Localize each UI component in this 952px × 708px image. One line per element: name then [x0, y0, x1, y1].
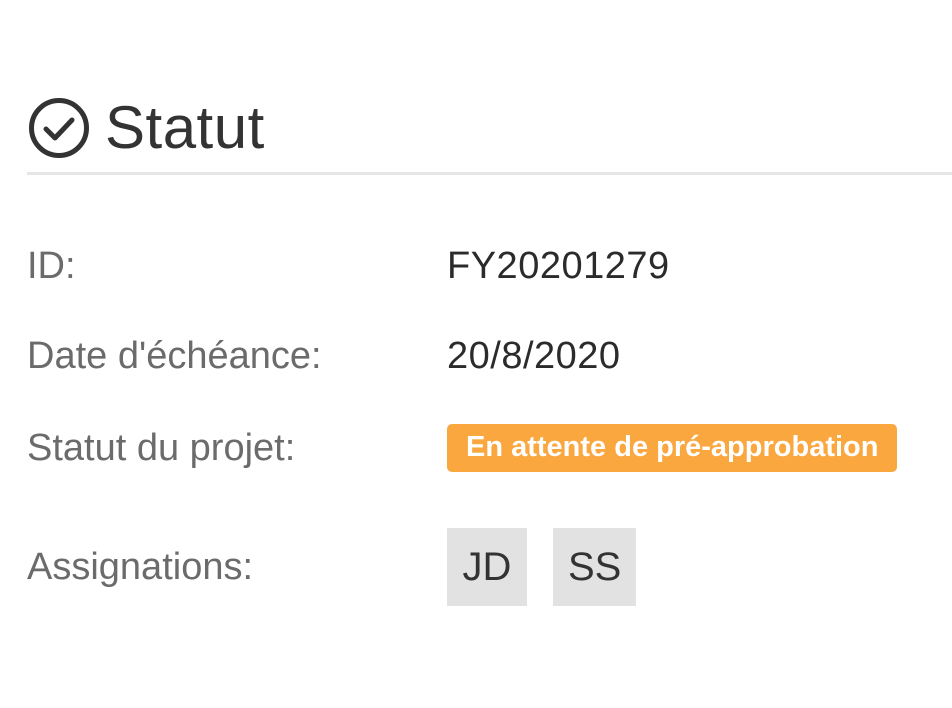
field-row-assignments: Assignations: JD SS	[27, 528, 952, 606]
assignee-avatar[interactable]: JD	[447, 528, 527, 606]
section-title: Statut	[105, 94, 265, 161]
assignments-label: Assignations:	[27, 545, 254, 588]
field-row-due-date: Date d'échéance: 20/8/2020	[27, 335, 952, 378]
project-status-label: Statut du projet:	[27, 426, 296, 469]
id-value: FY20201279	[447, 245, 670, 287]
check-circle-icon	[27, 96, 91, 160]
due-date-label: Date d'échéance:	[27, 335, 322, 377]
section-header: Statut	[27, 96, 265, 160]
id-label: ID:	[27, 245, 76, 287]
status-panel: Statut ID: FY20201279 Date d'échéance: 2…	[0, 0, 952, 708]
field-row-project-status: Statut du projet: En attente de pré-appr…	[27, 424, 952, 472]
due-date-value: 20/8/2020	[447, 335, 621, 377]
field-row-id: ID: FY20201279	[27, 245, 952, 288]
assignee-list: JD SS	[447, 528, 637, 606]
assignee-avatar[interactable]: SS	[553, 528, 637, 606]
header-divider	[27, 172, 952, 175]
status-badge: En attente de pré-approbation	[447, 424, 898, 472]
